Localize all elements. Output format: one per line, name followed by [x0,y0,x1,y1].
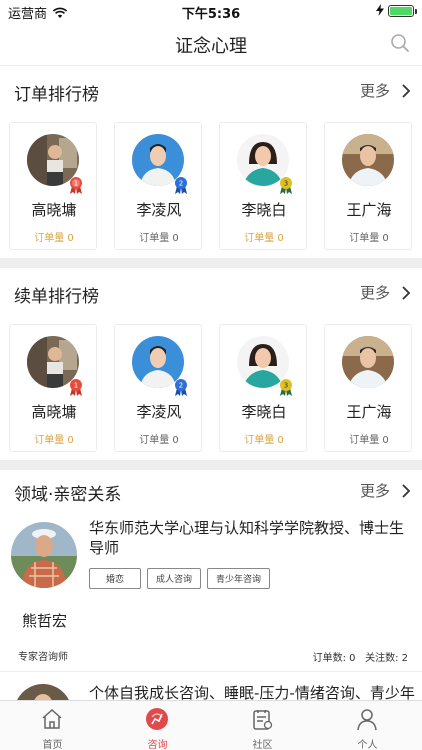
medal-rank: 3 [284,180,288,188]
medal-icon: 2 [175,379,187,396]
order-count: 订单数: 0 [312,653,356,664]
card-name: 李晓白 [241,201,287,219]
counselor-item[interactable]: 个体自我成长咨询、睡眠-压力-情绪咨询、青少年 [0,680,422,700]
counselor-role: 专家咨询师 [18,652,68,663]
counselor-description: 华东师范大学心理与认知科学学院教授、博士生导师 [89,519,405,557]
tab-label: 咨询 [147,740,168,750]
medal-rank: 1 [74,180,78,188]
ranking-cards: 1 高晓墉 订单量 0 2 李凌风 订单量 0 3 李晓白 订单量 0 王广海 … [9,324,413,452]
counselor-name: 熊哲宏 [22,612,68,630]
tag-list: 婚恋 成人咨询 青少年咨询 [89,568,271,589]
more-button[interactable]: 更多 [360,480,410,501]
counselor-stats: 订单数: 0 关注数: 2 [313,649,408,664]
chevron-right-icon [402,483,410,498]
chevron-right-icon [402,285,410,300]
ranking-card[interactable]: 2 李凌风 订单量 0 [114,122,202,250]
avatar [342,134,394,186]
ranking-card[interactable]: 3 李晓白 订单量 0 [219,122,307,250]
search-icon[interactable] [390,33,410,53]
ranking-card[interactable]: 1 高晓墉 订单量 0 [9,122,97,250]
battery-icon [388,5,417,17]
card-orders: 订单量 0 [349,435,389,446]
tab-label: 首页 [42,740,63,750]
tag[interactable]: 婚恋 [89,568,142,589]
ranking-cards: 1 高晓墉 订单量 0 2 李凌风 订单量 0 3 李晓白 订单量 0 王广海 … [9,122,413,250]
tag[interactable]: 青少年咨询 [207,568,271,589]
medal-rank: 1 [74,382,78,390]
more-button[interactable]: 更多 [360,80,410,101]
card-name: 高晓墉 [31,201,77,219]
card-name: 李晓白 [241,403,287,421]
medal-icon: 3 [280,379,292,396]
card-orders: 订单量 0 [244,233,284,244]
tab-home[interactable]: 首页 [0,701,105,750]
tab-profile[interactable]: 个人 [315,701,420,750]
home-icon [42,708,62,729]
counselor-item[interactable]: 华东师范大学心理与认知科学学院教授、博士生导师 婚恋 成人咨询 青少年咨询 熊哲… [0,512,422,672]
card-orders: 订单量 0 [34,233,74,244]
tab-consult[interactable]: 咨询 [105,701,210,750]
renewal-ranking-section: 续单排行榜 更多 1 高晓墉 订单量 0 2 李凌风 订单量 0 3 李晓白 订… [0,268,422,460]
tag[interactable]: 成人咨询 [147,568,202,589]
domain-section-header: 领域·亲密关系 更多 [0,468,422,516]
ranking-card[interactable]: 3 李晓白 订单量 0 [219,324,307,452]
order-ranking-header: 订单排行榜 更多 [0,66,422,114]
medal-icon: 2 [175,177,187,194]
more-label: 更多 [359,82,390,100]
more-button[interactable]: 更多 [360,282,410,303]
card-orders: 订单量 0 [139,233,179,244]
card-name: 李凌风 [136,403,182,421]
domain-section: 领域·亲密关系 更多 [0,468,422,512]
card-orders: 订单量 0 [349,233,389,244]
avatar [342,336,394,388]
medal-rank: 3 [284,382,288,390]
ranking-card[interactable]: 2 李凌风 订单量 0 [114,324,202,452]
section-title: 领域·亲密关系 [14,485,122,505]
card-orders: 订单量 0 [34,435,74,446]
counselor-description: 个体自我成长咨询、睡眠-压力-情绪咨询、青少年 [89,684,415,700]
medal-icon: 3 [280,177,292,194]
section-title: 续单排行榜 [14,287,99,307]
card-name: 李凌风 [136,201,182,219]
card-name: 王广海 [346,403,392,421]
chevron-right-icon [402,83,410,98]
page-title: 证念心理 [175,36,247,57]
card-name: 王广海 [346,201,392,219]
medal-rank: 2 [179,382,183,390]
order-ranking-section: 订单排行榜 更多 1 高晓墉 订单量 0 2 李凌风 订单量 0 3 李晓白 订… [0,66,422,258]
more-label: 更多 [359,482,390,500]
tab-community[interactable]: 社区 [210,701,315,750]
community-icon [253,710,273,730]
medal-icon: 1 [70,177,82,194]
more-label: 更多 [359,284,390,302]
ranking-card[interactable]: 王广海 订单量 0 [324,324,412,452]
medal-icon: 1 [70,379,82,396]
tab-label: 个人 [357,740,378,750]
avatar [11,522,77,588]
profile-icon [357,709,377,731]
avatar [14,684,72,700]
card-orders: 订单量 0 [244,435,284,446]
renewal-ranking-header: 续单排行榜 更多 [0,268,422,316]
tab-bar: 首页 咨询 社区 个人 [0,700,422,750]
nav-bar: 证念心理 [0,22,422,66]
medal-rank: 2 [179,180,183,188]
ranking-card[interactable]: 王广海 订单量 0 [324,122,412,250]
follow-count: 关注数: 2 [365,653,408,664]
section-divider [0,258,422,268]
consult-icon [146,708,168,730]
card-name: 高晓墉 [31,403,77,421]
charging-icon [376,4,384,16]
tab-label: 社区 [252,740,273,750]
card-orders: 订单量 0 [139,435,179,446]
status-time: 下午5:36 [181,7,241,22]
status-bar: 运营商 下午5:36 [0,0,422,22]
section-title: 订单排行榜 [14,85,99,105]
ranking-card[interactable]: 1 高晓墉 订单量 0 [9,324,97,452]
